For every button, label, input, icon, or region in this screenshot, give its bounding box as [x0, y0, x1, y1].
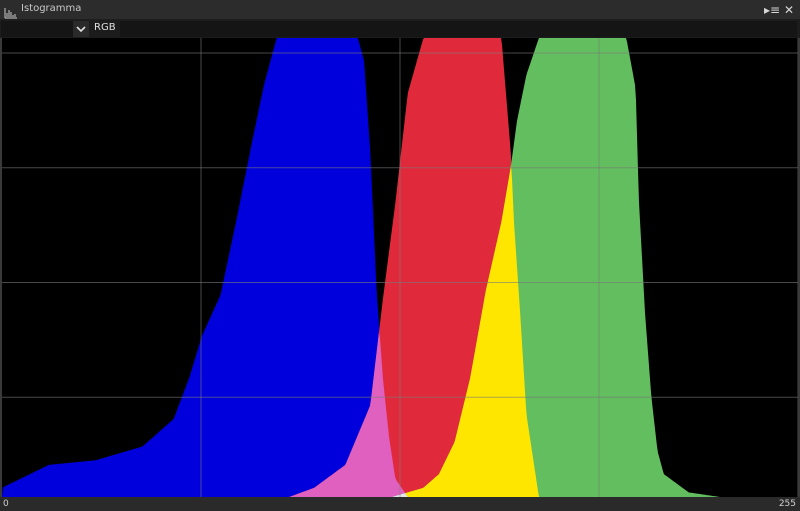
channel-select-value[interactable]: RGB	[94, 22, 116, 33]
menu-icon[interactable]: ▸≡	[764, 2, 780, 18]
histogram-chart	[2, 38, 798, 497]
x-axis-min-label: 0	[3, 499, 9, 509]
histogram-plot[interactable]	[2, 38, 798, 497]
axis-bar: 0 255	[0, 497, 800, 511]
toolbar: RGB	[0, 20, 800, 38]
toolbar-left-field	[1, 21, 73, 37]
channel-dropdown-button[interactable]	[73, 21, 89, 37]
chevron-down-icon	[76, 26, 86, 33]
close-icon[interactable]: ✕	[781, 2, 797, 18]
title-bar: Istogramma ▸≡ ✕	[0, 0, 800, 20]
toolbar-right-field	[120, 21, 797, 37]
x-axis-max-label: 255	[778, 499, 796, 509]
window-title: Istogramma	[21, 3, 82, 14]
histogram-icon	[4, 4, 18, 19]
